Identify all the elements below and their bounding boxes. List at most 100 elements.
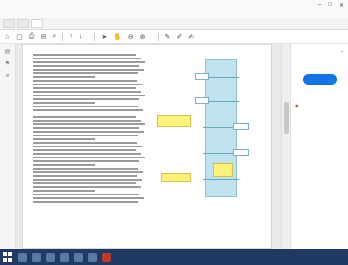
task-view-icon[interactable] (32, 252, 41, 262)
text-line (33, 109, 143, 112)
tab-home[interactable] (3, 19, 15, 28)
create-icon[interactable]: ☆ (4, 33, 10, 41)
tab-tools[interactable] (17, 19, 29, 28)
text-line (33, 105, 139, 108)
text-line (33, 119, 141, 122)
close-button[interactable]: ✕ (339, 2, 344, 9)
highlight-icon[interactable]: ✐ (177, 33, 183, 41)
app-window: – □ ✕ ☆ ▢ ⎙ ✉ ⌕ ↑ ↓ ➤ ✋ ⊖ ⊕ ✎ ✐ ✍ ▤ ⚑ ⌀ (0, 0, 348, 265)
text-line (33, 200, 139, 203)
text-line (33, 160, 140, 163)
text-line (33, 182, 137, 185)
figure-column (155, 51, 267, 205)
bookmark-icon[interactable]: ⚑ (5, 60, 10, 67)
text-line (33, 79, 138, 82)
pdf-icon: ◉ (295, 103, 299, 108)
text-line (33, 197, 144, 200)
left-navigation-rail: ▤ ⚑ ⌀ (0, 44, 16, 249)
search-icon[interactable]: ⌕ (52, 33, 56, 41)
explorer-icon[interactable] (46, 252, 55, 262)
paragraph (33, 116, 145, 203)
print-icon[interactable]: ⎙ (29, 33, 35, 41)
figure-node (195, 73, 209, 80)
toolbar-separator (94, 32, 96, 41)
highlight-annotation[interactable] (213, 163, 233, 177)
text-line (33, 134, 139, 137)
maximize-button[interactable]: □ (328, 2, 332, 8)
text-line (33, 152, 141, 155)
text-line (33, 101, 95, 104)
text-line (33, 61, 145, 64)
text-line (33, 193, 140, 196)
minimize-button[interactable]: – (318, 2, 321, 8)
figure-diagram (155, 55, 265, 205)
comment-icon[interactable]: ✎ (165, 33, 171, 41)
text-line (33, 175, 138, 177)
figure-node (233, 123, 249, 130)
highlight-annotation[interactable] (157, 115, 191, 127)
taskbar (0, 249, 348, 265)
text-line (33, 83, 142, 86)
figure-node (233, 149, 249, 156)
text-line (33, 186, 141, 188)
text-line (33, 68, 144, 71)
attachment-icon[interactable]: ⌀ (6, 72, 10, 79)
toolbar-separator (62, 32, 64, 41)
toolbar: ☆ ▢ ⎙ ✉ ⌕ ↑ ↓ ➤ ✋ ⊖ ⊕ ✎ ✐ ✍ (0, 30, 348, 44)
text-line (33, 149, 137, 152)
text-line (33, 116, 137, 118)
select-cursor-icon[interactable]: ➤ (101, 33, 107, 41)
panel-header: ⌄ (295, 48, 344, 54)
zoom-out-icon[interactable]: ⊖ (128, 33, 134, 41)
text-line (33, 94, 145, 97)
window-controls: – □ ✕ (318, 2, 344, 9)
text-line (33, 76, 95, 78)
text-line (33, 164, 95, 166)
tab-document[interactable] (31, 19, 43, 28)
toolbar-separator (157, 32, 159, 41)
document-viewport[interactable] (16, 44, 281, 249)
start-button[interactable] (3, 252, 13, 262)
mail-icon[interactable]: ✉ (41, 33, 47, 41)
text-line (33, 72, 139, 75)
next-page-icon[interactable]: ↓ (79, 33, 83, 40)
text-line (33, 123, 145, 126)
convert-button[interactable] (302, 74, 337, 85)
chevron-down-icon[interactable]: ⌄ (340, 48, 344, 54)
paragraph (33, 54, 145, 112)
browser-icon[interactable] (60, 252, 69, 262)
sign-icon[interactable]: ✍ (188, 33, 194, 41)
tab-bar (0, 18, 348, 30)
highlight-annotation[interactable] (161, 173, 191, 182)
text-line (33, 98, 140, 101)
text-line (33, 145, 142, 148)
text-line (33, 178, 142, 181)
search-icon[interactable] (18, 252, 27, 262)
text-line (33, 167, 139, 170)
mail-app-icon[interactable] (88, 252, 97, 262)
text-line (33, 127, 140, 129)
title-bar: – □ ✕ (0, 0, 348, 10)
text-line (33, 156, 145, 159)
zoom-in-icon[interactable]: ⊕ (140, 33, 146, 41)
text-line (33, 87, 137, 89)
hand-icon[interactable]: ✋ (113, 33, 122, 41)
vertical-scrollbar[interactable] (281, 44, 290, 249)
text-line (33, 57, 141, 60)
figure-line (203, 179, 239, 180)
text-line (33, 138, 95, 141)
text-column (33, 51, 145, 205)
panel-link[interactable]: ◉ (295, 103, 344, 108)
scrollbar-thumb[interactable] (284, 102, 289, 134)
save-icon[interactable]: ▢ (16, 33, 23, 41)
menu-bar (0, 10, 348, 18)
figure-node (195, 97, 209, 104)
text-line (33, 90, 141, 93)
store-icon[interactable] (74, 252, 83, 262)
acrobat-icon[interactable] (102, 252, 111, 262)
text-line (33, 130, 144, 133)
prev-page-icon[interactable]: ↑ (69, 33, 73, 40)
page-thumbnails-icon[interactable]: ▤ (5, 48, 11, 55)
right-tools-panel: ⌄ ◉ (290, 44, 348, 249)
text-line (33, 189, 95, 192)
